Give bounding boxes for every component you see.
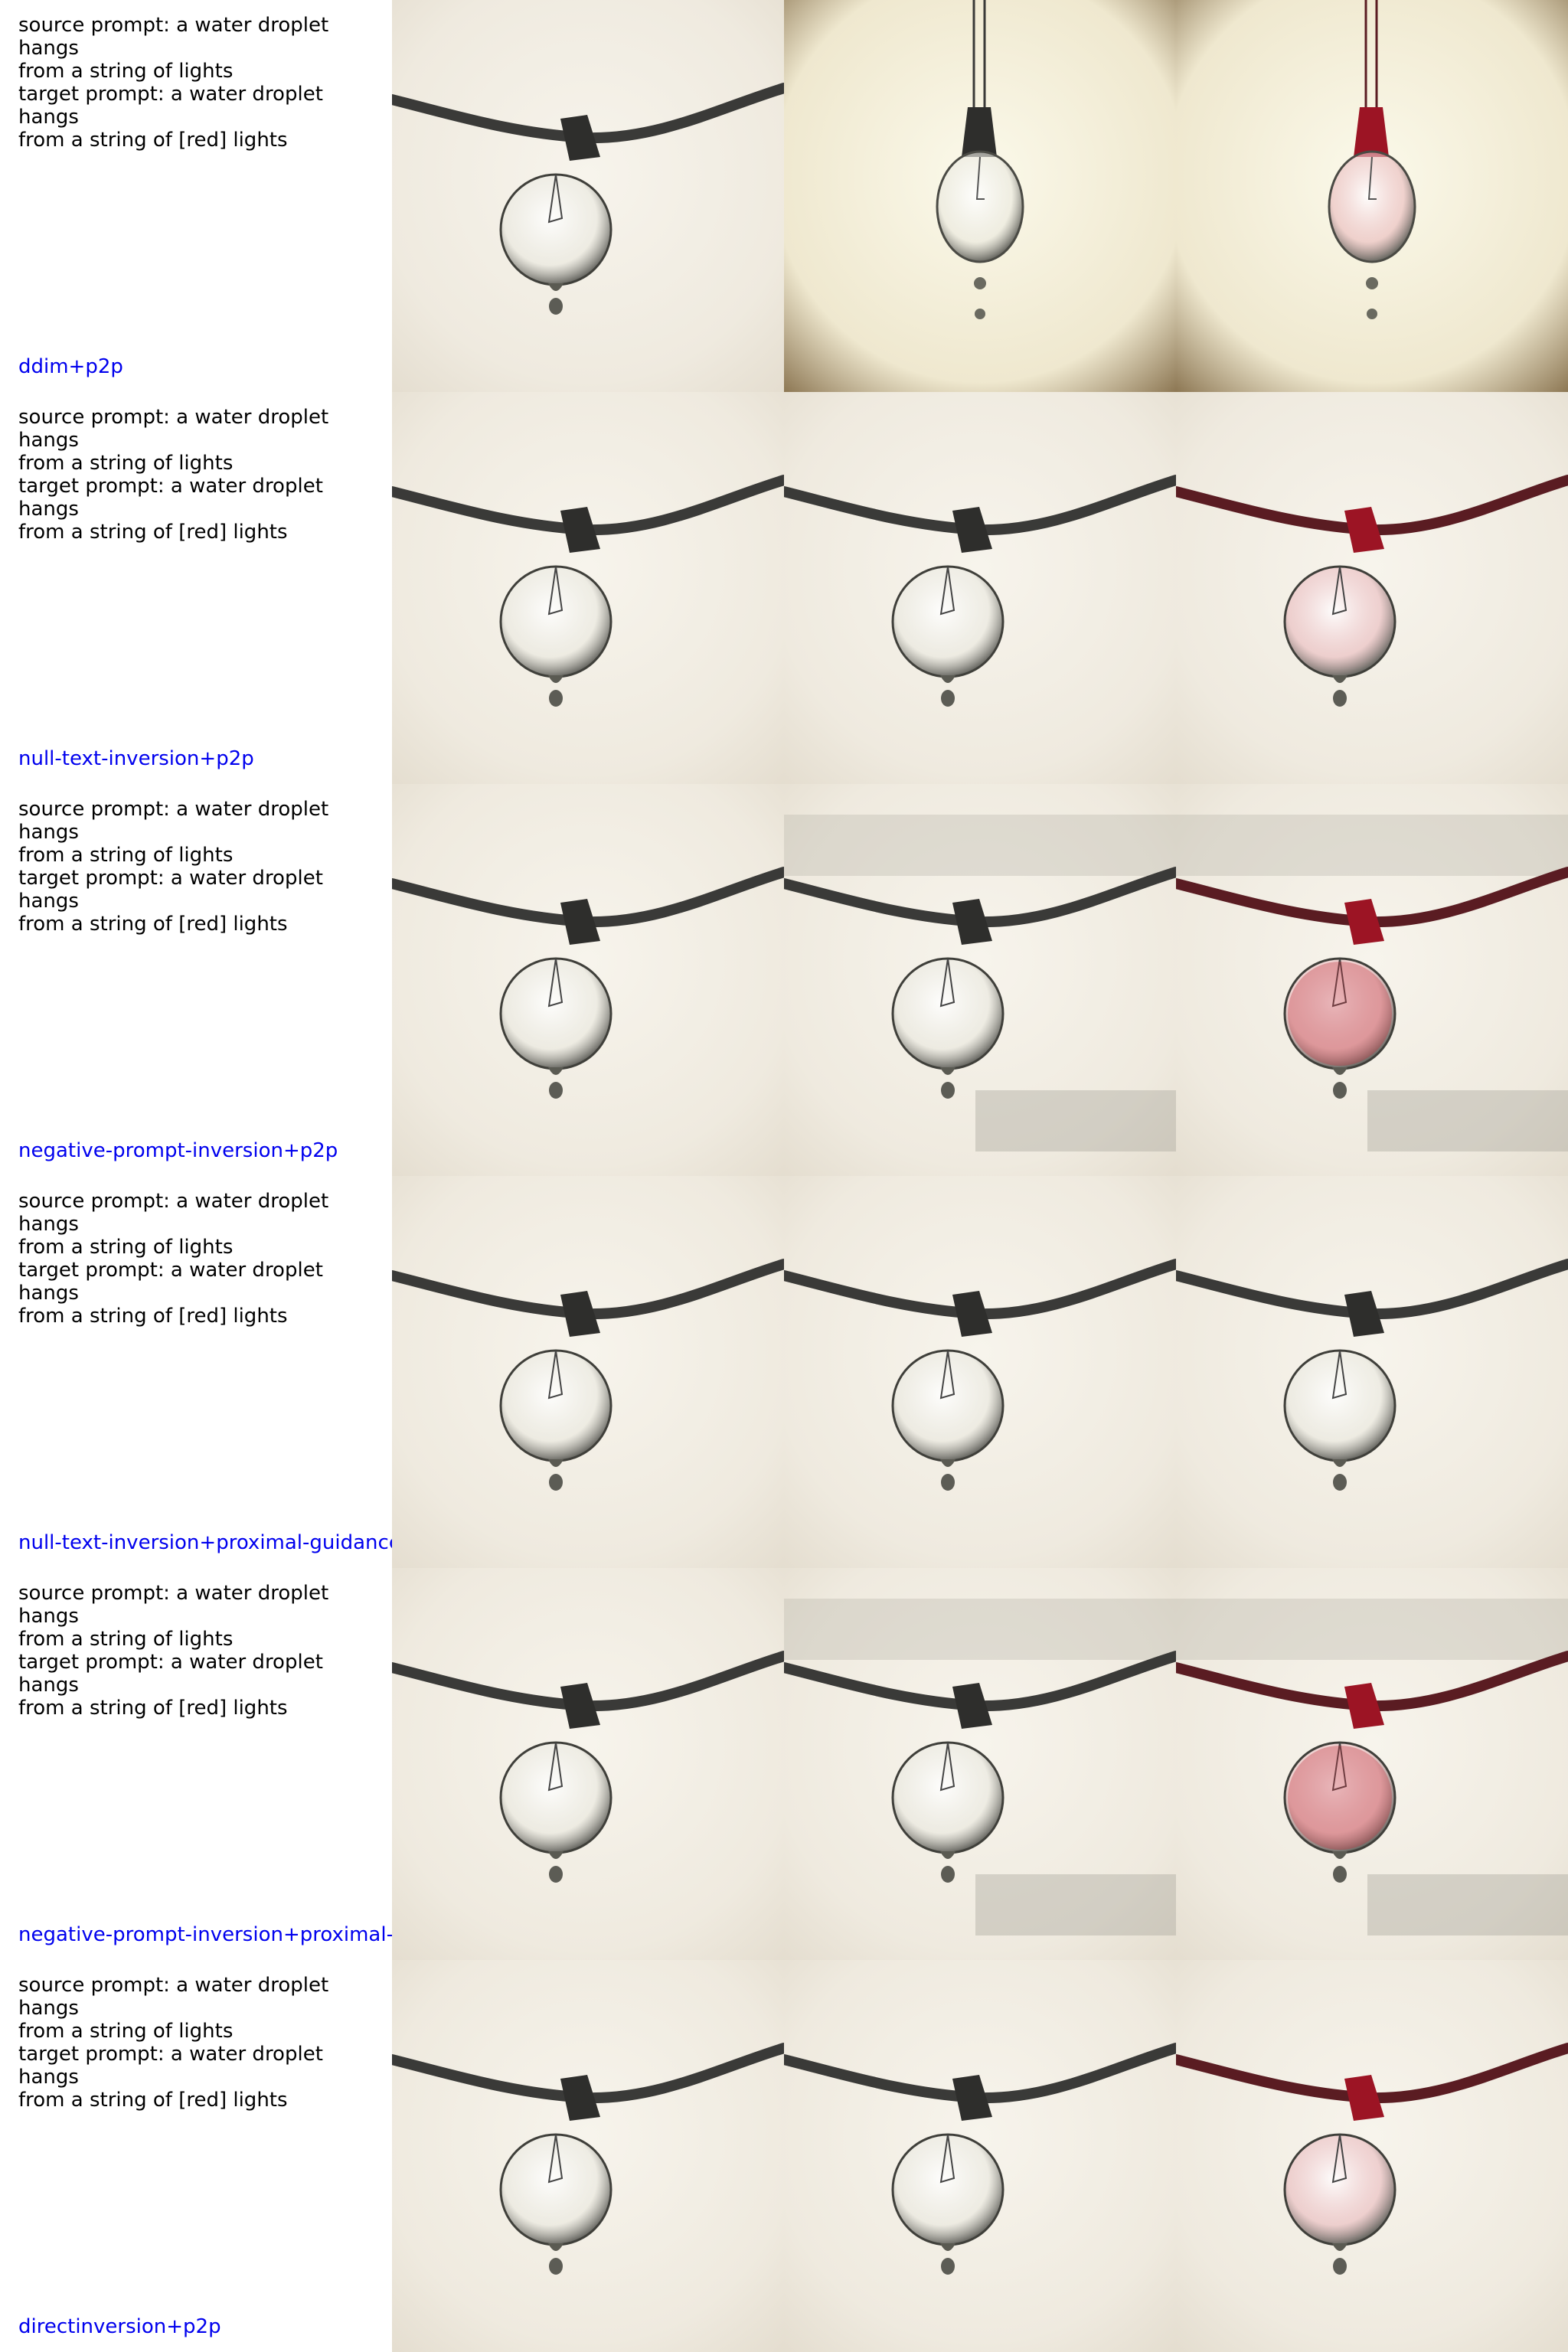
- comparison-row: source prompt: a water droplet hangs from…: [0, 1568, 1568, 1960]
- target-prompt-2: from a string of [red] lights: [18, 1305, 288, 1328]
- reconstruction-image: [784, 1568, 1176, 1960]
- prompt-text: source prompt: a water droplet hangs from…: [18, 14, 386, 152]
- target-prompt-2: from a string of [red] lights: [18, 129, 288, 152]
- prompt-label-cell: source prompt: a water droplet hangs from…: [0, 0, 392, 392]
- source-prompt-1: source prompt: a water droplet hangs: [18, 798, 335, 844]
- reconstruction-image: [784, 0, 1176, 392]
- target-prompt-2: from a string of [red] lights: [18, 913, 288, 936]
- source-prompt-2: from a string of lights: [18, 844, 234, 867]
- edited-image: [1176, 1176, 1568, 1568]
- prompt-label-cell: source prompt: a water droplet hangs from…: [0, 1176, 392, 1568]
- source-prompt-1: source prompt: a water droplet hangs: [18, 14, 335, 60]
- comparison-row: source prompt: a water droplet hangs from…: [0, 784, 1568, 1176]
- prompt-text: source prompt: a water droplet hangs from…: [18, 1190, 386, 1328]
- source-prompt-1: source prompt: a water droplet hangs: [18, 406, 335, 452]
- source-image: [392, 0, 784, 392]
- prompt-label-cell: source prompt: a water droplet hangs from…: [0, 1960, 392, 2352]
- reconstruction-image: [784, 784, 1176, 1176]
- source-prompt-1: source prompt: a water droplet hangs: [18, 1190, 335, 1236]
- method-label: ddim+p2p: [18, 355, 123, 378]
- target-prompt-1: target prompt: a water droplet hangs: [18, 83, 330, 129]
- source-prompt-2: from a string of lights: [18, 452, 234, 475]
- source-prompt-2: from a string of lights: [18, 1236, 234, 1259]
- edited-image: [1176, 0, 1568, 392]
- source-prompt-2: from a string of lights: [18, 2020, 234, 2043]
- prompt-text: source prompt: a water droplet hangs from…: [18, 798, 386, 936]
- source-image: [392, 1176, 784, 1568]
- reconstruction-image: [784, 392, 1176, 784]
- target-prompt-1: target prompt: a water droplet hangs: [18, 1651, 330, 1697]
- prompt-text: source prompt: a water droplet hangs from…: [18, 1582, 386, 1720]
- method-label: negative-prompt-inversion+p2p: [18, 1139, 338, 1162]
- target-prompt-2: from a string of [red] lights: [18, 1697, 288, 1720]
- comparison-row: source prompt: a water droplet hangs from…: [0, 1960, 1568, 2352]
- reconstruction-image: [784, 1176, 1176, 1568]
- prompt-label-cell: source prompt: a water droplet hangs from…: [0, 392, 392, 784]
- edited-image: [1176, 1960, 1568, 2352]
- edited-image: [1176, 1568, 1568, 1960]
- target-prompt-1: target prompt: a water droplet hangs: [18, 2043, 330, 2089]
- source-image: [392, 392, 784, 784]
- reconstruction-image: [784, 1960, 1176, 2352]
- comparison-row: source prompt: a water droplet hangs from…: [0, 1176, 1568, 1568]
- source-image: [392, 1568, 784, 1960]
- target-prompt-2: from a string of [red] lights: [18, 521, 288, 544]
- target-prompt-1: target prompt: a water droplet hangs: [18, 475, 330, 521]
- prompt-label-cell: source prompt: a water droplet hangs from…: [0, 1568, 392, 1960]
- prompt-label-cell: source prompt: a water droplet hangs from…: [0, 784, 392, 1176]
- edited-image: [1176, 392, 1568, 784]
- target-prompt-1: target prompt: a water droplet hangs: [18, 1259, 330, 1305]
- prompt-text: source prompt: a water droplet hangs from…: [18, 406, 386, 544]
- source-prompt-2: from a string of lights: [18, 1628, 234, 1651]
- target-prompt-2: from a string of [red] lights: [18, 2089, 288, 2112]
- source-prompt-1: source prompt: a water droplet hangs: [18, 1974, 335, 2020]
- method-label: directinversion+p2p: [18, 2315, 221, 2338]
- method-label: negative-prompt-inversion+proximal-guida…: [18, 1923, 392, 1946]
- comparison-grid: source prompt: a water droplet hangs from…: [0, 0, 1568, 2352]
- prompt-text: source prompt: a water droplet hangs from…: [18, 1974, 386, 2112]
- source-image: [392, 784, 784, 1176]
- edited-image: [1176, 784, 1568, 1176]
- target-prompt-1: target prompt: a water droplet hangs: [18, 867, 330, 913]
- method-label: null-text-inversion+proximal-guidance: [18, 1531, 392, 1554]
- source-prompt-1: source prompt: a water droplet hangs: [18, 1582, 335, 1628]
- comparison-row: source prompt: a water droplet hangs from…: [0, 392, 1568, 784]
- source-prompt-2: from a string of lights: [18, 60, 234, 83]
- comparison-row: source prompt: a water droplet hangs from…: [0, 0, 1568, 392]
- source-image: [392, 1960, 784, 2352]
- method-label: null-text-inversion+p2p: [18, 747, 254, 770]
